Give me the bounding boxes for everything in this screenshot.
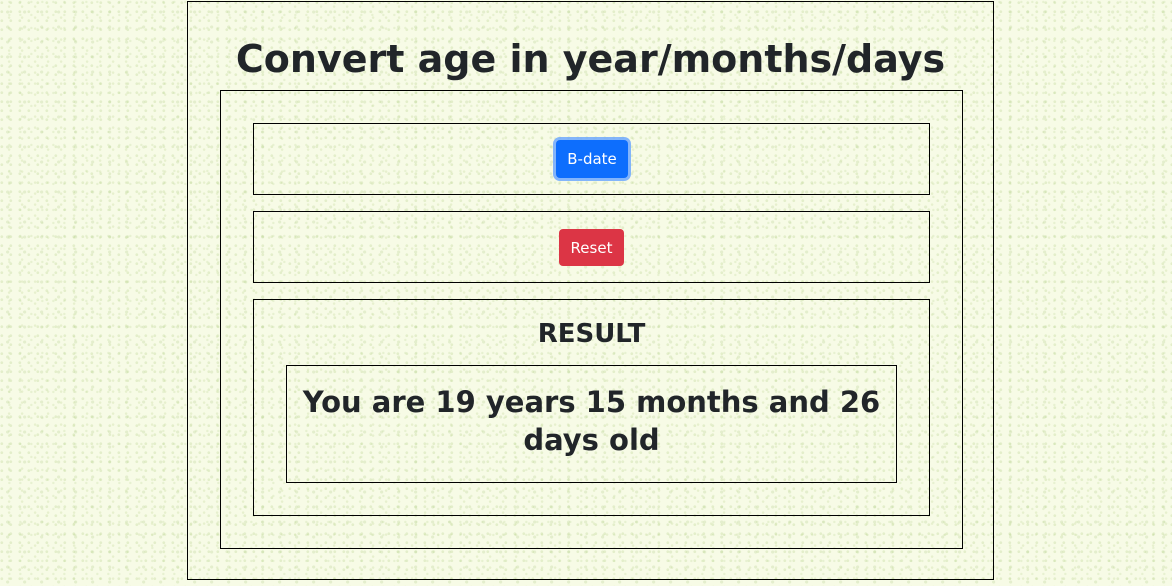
page-title: Convert age in year/months/days bbox=[235, 37, 946, 81]
result-text: You are 19 years 15 months and 26 days o… bbox=[302, 385, 881, 457]
result-heading: RESULT bbox=[537, 319, 646, 349]
bdate-button[interactable]: B-date bbox=[556, 140, 628, 178]
reset-button[interactable]: Reset bbox=[559, 229, 624, 266]
